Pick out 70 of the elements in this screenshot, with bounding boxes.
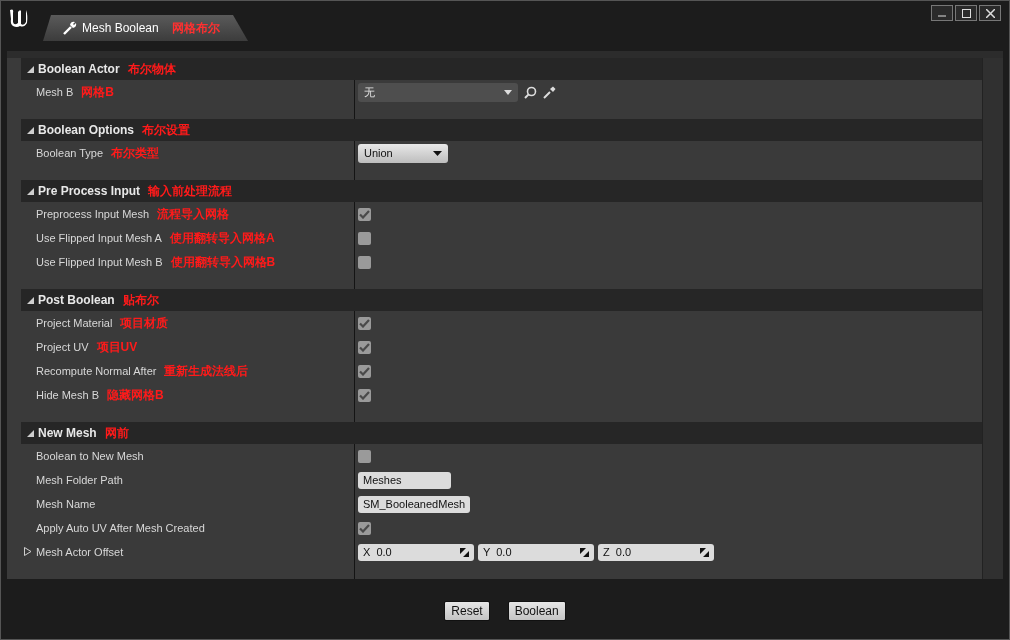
annotation-text: 重新生成法线后 xyxy=(164,362,249,380)
close-icon[interactable] xyxy=(979,5,1001,21)
minimize-icon[interactable] xyxy=(931,5,953,21)
caret-icon xyxy=(504,89,512,95)
checkbox[interactable] xyxy=(358,340,371,354)
checkbox[interactable] xyxy=(358,449,371,463)
property-label: Apply Auto UV After Mesh Created xyxy=(36,522,205,534)
text-field[interactable]: SM_BooleanedMesh xyxy=(358,495,471,513)
property-label: Preprocess Input Mesh xyxy=(36,208,150,220)
checkbox[interactable] xyxy=(358,231,371,245)
checkbox[interactable] xyxy=(358,364,371,378)
checkbox[interactable] xyxy=(358,207,371,221)
annotation-text: 网格B xyxy=(81,83,114,101)
section-header[interactable]: New Mesh 网前 xyxy=(21,422,982,444)
number-field[interactable]: X 0.0 xyxy=(358,543,474,561)
annotation-text: 贴布尔 xyxy=(122,291,159,309)
property-label: Use Flipped Input Mesh B xyxy=(36,256,163,268)
scrollbar-track[interactable] xyxy=(982,58,1003,579)
tab[interactable]: Mesh Boolean 网格布尔 xyxy=(43,15,248,41)
resize-arrows-icon[interactable] xyxy=(580,547,589,557)
wrench-icon xyxy=(63,21,77,35)
annotation-text: 使用翻转导入网格B xyxy=(170,253,276,271)
collapse-triangle-icon[interactable] xyxy=(25,65,35,73)
section-header[interactable]: Post Boolean 贴布尔 xyxy=(21,289,982,311)
annotation-text: 布尔设置 xyxy=(142,121,190,139)
dropdown[interactable]: Union xyxy=(358,143,448,163)
collapse-triangle-icon[interactable] xyxy=(25,126,35,134)
action-button[interactable]: Reset xyxy=(444,601,490,621)
annotation-text: 布尔类型 xyxy=(111,144,160,162)
asset-dropdown[interactable]: 无 xyxy=(358,82,518,102)
property-label: Mesh Name xyxy=(36,498,96,510)
property-label: Hide Mesh B xyxy=(36,389,99,401)
search-icon[interactable] xyxy=(524,85,537,99)
number-field[interactable]: Z 0.0 xyxy=(598,543,714,561)
property-label: Use Flipped Input Mesh A xyxy=(36,232,162,244)
property-label: Project UV xyxy=(36,341,89,353)
annotation-text: 项目材质 xyxy=(120,314,169,332)
action-button[interactable]: Boolean xyxy=(507,601,566,621)
checkbox[interactable] xyxy=(358,316,371,330)
collapse-triangle-icon[interactable] xyxy=(25,296,35,304)
caret-icon xyxy=(433,150,442,156)
eyedropper-icon[interactable] xyxy=(543,85,556,99)
annotation-text: 网前 xyxy=(104,424,129,442)
collapse-triangle-icon[interactable] xyxy=(25,187,35,195)
annotation-text: 输入前处理流程 xyxy=(148,182,233,200)
section-header[interactable]: Pre Process Input 输入前处理流程 xyxy=(21,180,982,202)
property-label: Recompute Normal After xyxy=(36,365,157,377)
property-label: Mesh Folder Path xyxy=(36,474,123,486)
annotation-text: 项目UV xyxy=(96,338,138,356)
expand-triangle-icon[interactable] xyxy=(24,546,32,558)
checkbox[interactable] xyxy=(358,521,371,535)
maximize-icon[interactable] xyxy=(955,5,977,21)
annotation-text: 布尔物体 xyxy=(127,60,176,78)
checkbox[interactable] xyxy=(358,388,371,402)
annotation-text: 使用翻转导入网格A xyxy=(169,229,275,247)
resize-arrows-icon[interactable] xyxy=(700,547,709,557)
text-field[interactable]: Meshes xyxy=(358,471,451,489)
property-label: Boolean to New Mesh xyxy=(36,450,144,462)
annotation-text: 流程导入网格 xyxy=(157,205,230,223)
number-field[interactable]: Y 0.0 xyxy=(478,543,594,561)
checkbox[interactable] xyxy=(358,255,371,269)
property-label: Boolean Type xyxy=(36,147,104,159)
annotation-text: 隐藏网格B xyxy=(107,386,164,404)
collapse-triangle-icon[interactable] xyxy=(25,429,35,437)
property-label: Mesh B xyxy=(36,86,74,98)
resize-arrows-icon[interactable] xyxy=(460,547,469,557)
section-header[interactable]: Boolean Options 布尔设置 xyxy=(21,119,982,141)
property-label: Mesh Actor Offset xyxy=(36,546,124,558)
property-label: Project Material xyxy=(36,317,113,329)
section-header[interactable]: Boolean Actor 布尔物体 xyxy=(21,58,982,80)
